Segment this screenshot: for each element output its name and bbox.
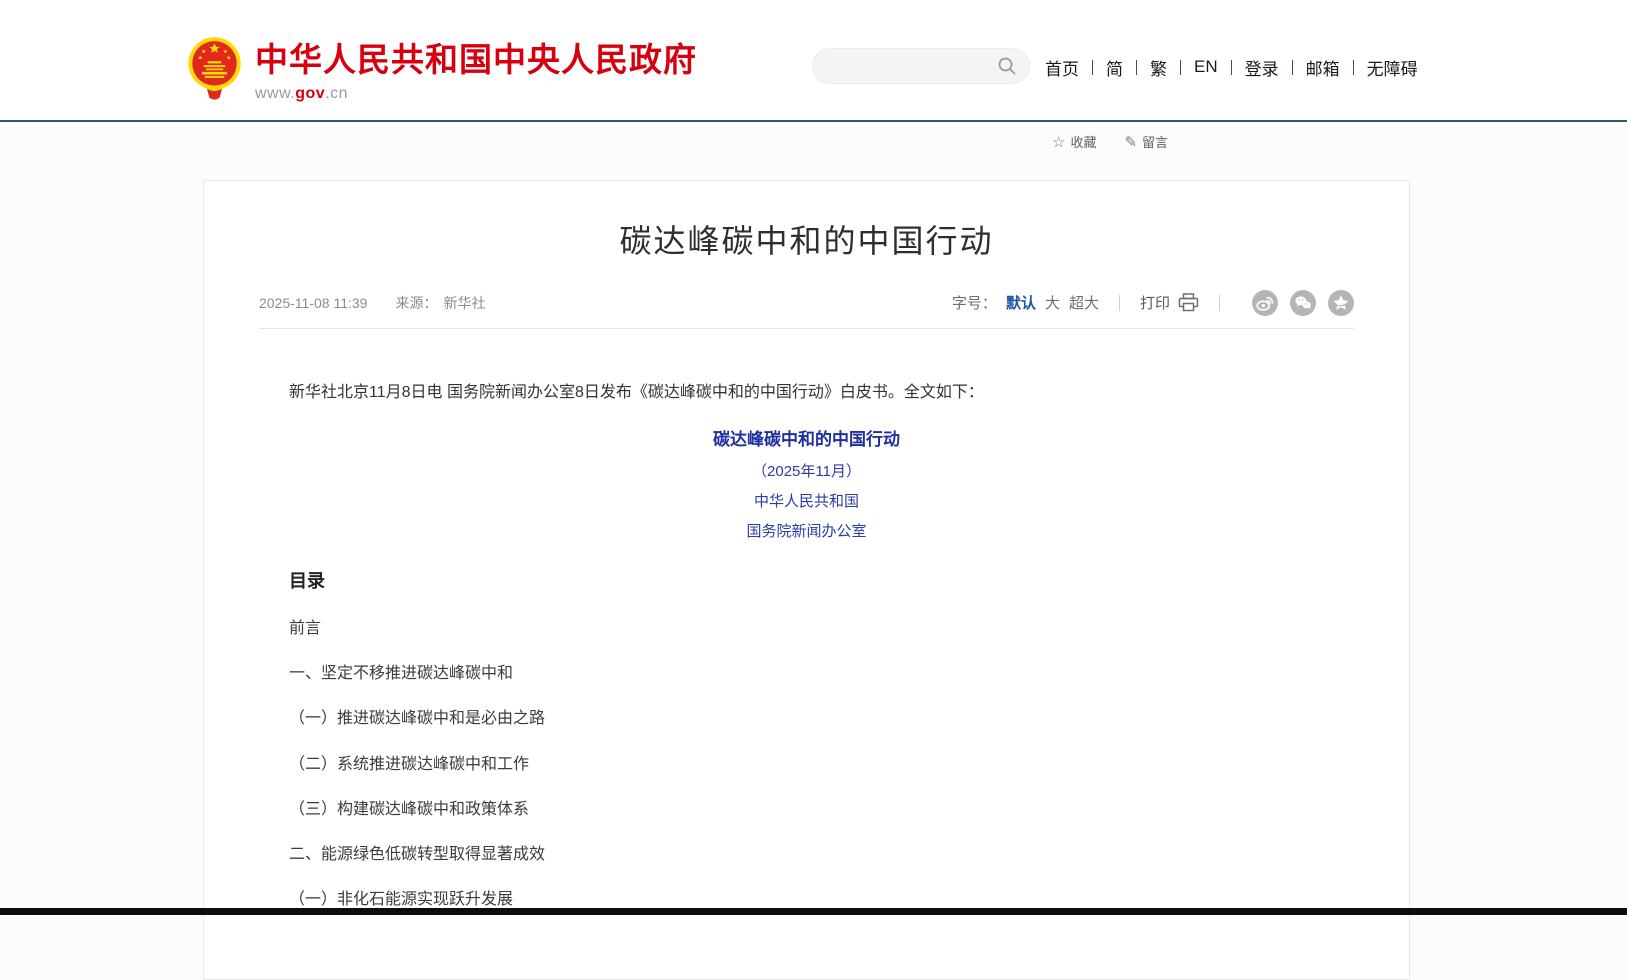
star-icon: ☆ (1052, 133, 1065, 151)
nav-separator (1231, 60, 1232, 75)
meta-separator (1219, 295, 1220, 311)
doc-org-line2: 国务院新闻办公室 (289, 523, 1324, 541)
article-meta-right: 字号： 默认 大 超大 打印 (952, 290, 1354, 316)
site-header: 中华人民共和国中央人民政府 www.gov.cn 首页 简 繁 EN 登录 邮箱… (0, 0, 1627, 122)
doc-date: （2025年11月） (289, 463, 1324, 481)
page-tools-bar: ☆ 收藏 ✎ 留言 (1052, 132, 1168, 151)
search-box (812, 48, 1030, 84)
font-size-default[interactable]: 默认 (1006, 292, 1036, 313)
doc-title: 碳达峰碳中和的中国行动 (289, 430, 1324, 450)
pencil-icon: ✎ (1124, 133, 1137, 151)
nav-english[interactable]: EN (1194, 57, 1218, 77)
toc-heading: 目录 (289, 571, 1324, 593)
search-input[interactable] (813, 49, 997, 83)
site-title: 中华人民共和国中央人民政府 (255, 43, 697, 76)
bottom-bar (0, 908, 1627, 915)
toc-item: 二、能源绿色低碳转型取得显著成效 (289, 845, 1324, 864)
weibo-icon (1252, 290, 1278, 316)
nav-home[interactable]: 首页 (1045, 55, 1079, 80)
search-icon (997, 56, 1017, 76)
nav-login[interactable]: 登录 (1245, 55, 1279, 80)
meta-separator (1119, 295, 1120, 311)
toc-item: （一）非化石能源实现跃升发展 (289, 890, 1324, 909)
source-label: 来源： (395, 293, 437, 313)
printer-icon (1178, 293, 1199, 312)
nav-simplified[interactable]: 简 (1106, 55, 1123, 80)
print-button[interactable]: 打印 (1140, 292, 1199, 313)
article-body: 新华社北京11月8日电 国务院新闻办公室8日发布《碳达峰碳中和的中国行动》白皮书… (289, 383, 1324, 909)
message-button[interactable]: ✎ 留言 (1124, 132, 1168, 151)
nav-separator (1136, 60, 1137, 75)
wechat-icon (1290, 290, 1316, 316)
article-meta: 2025-11-08 11:39 来源： 新华社 字号： 默认 大 超大 打印 (259, 290, 1354, 316)
share-weibo-button[interactable] (1252, 290, 1278, 316)
message-label: 留言 (1142, 132, 1168, 151)
national-emblem-icon (186, 36, 243, 101)
publish-date: 2025-11-08 11:39 (259, 295, 367, 311)
nav-mail[interactable]: 邮箱 (1306, 55, 1340, 80)
share-qzone-button[interactable] (1328, 290, 1354, 316)
share-wechat-button[interactable] (1290, 290, 1316, 316)
nav-traditional[interactable]: 繁 (1150, 55, 1167, 80)
site-url: www.gov.cn (255, 85, 697, 103)
nav-separator (1180, 60, 1181, 75)
site-logo[interactable]: 中华人民共和国中央人民政府 www.gov.cn (186, 36, 697, 103)
font-size-large[interactable]: 大 (1045, 292, 1060, 313)
intro-paragraph: 新华社北京11月8日电 国务院新闻办公室8日发布《碳达峰碳中和的中国行动》白皮书… (289, 383, 1324, 402)
toc-item: （三）构建碳达峰碳中和政策体系 (289, 800, 1324, 819)
article-card: 碳达峰碳中和的中国行动 2025-11-08 11:39 来源： 新华社 字号：… (203, 180, 1410, 980)
star-share-icon (1328, 290, 1354, 316)
toc-item: 一、坚定不移推进碳达峰碳中和 (289, 664, 1324, 683)
source-value: 新华社 (443, 293, 485, 313)
nav-separator (1092, 60, 1093, 75)
article-title: 碳达峰碳中和的中国行动 (204, 223, 1409, 260)
font-size-label: 字号： (952, 292, 997, 313)
search-button[interactable] (997, 56, 1029, 76)
toc-item: （一）推进碳达峰碳中和是必由之路 (289, 709, 1324, 728)
toc-item-preface: 前言 (289, 619, 1324, 638)
favorite-label: 收藏 (1070, 132, 1096, 151)
article-meta-left: 2025-11-08 11:39 来源： 新华社 (259, 293, 485, 313)
doc-org-line1: 中华人民共和国 (289, 493, 1324, 511)
meta-divider (259, 328, 1354, 329)
font-size-xlarge[interactable]: 超大 (1069, 292, 1099, 313)
nav-separator (1353, 60, 1354, 75)
toc-item: （二）系统推进碳达峰碳中和工作 (289, 755, 1324, 774)
favorite-button[interactable]: ☆ 收藏 (1052, 132, 1096, 151)
top-nav: 首页 简 繁 EN 登录 邮箱 无障碍 (1045, 56, 1418, 78)
print-label: 打印 (1140, 292, 1170, 313)
nav-accessibility[interactable]: 无障碍 (1367, 55, 1418, 80)
nav-separator (1292, 60, 1293, 75)
